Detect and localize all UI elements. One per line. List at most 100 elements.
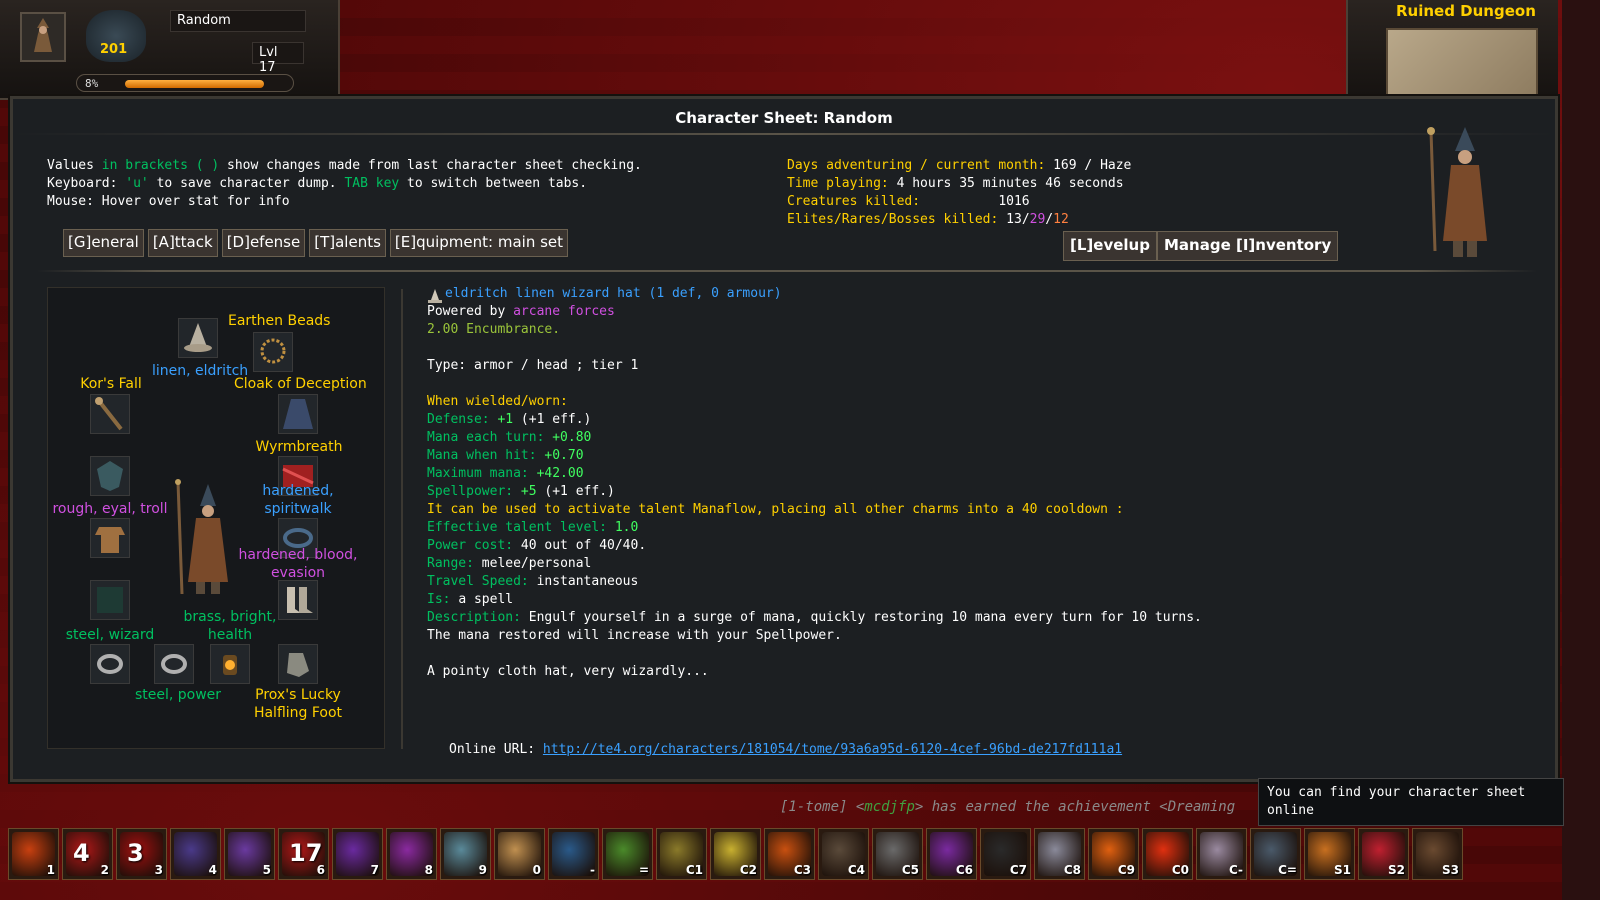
equip-slot-body[interactable] bbox=[90, 456, 130, 496]
detail-line: Is: a spell bbox=[427, 591, 1202, 609]
hotkey-slot[interactable]: C5 bbox=[872, 828, 923, 880]
hotkey-slot[interactable]: 8 bbox=[386, 828, 437, 880]
detail-line-segment: Mana when hit: bbox=[427, 448, 545, 463]
hotkey-label: 3 bbox=[154, 863, 163, 877]
ring-icon bbox=[97, 654, 123, 674]
hotkey-slot[interactable]: 7 bbox=[332, 828, 383, 880]
hotkey-label: 9 bbox=[478, 863, 487, 877]
stat-line-segment: / bbox=[1021, 212, 1030, 227]
hotkey-label: S2 bbox=[1388, 863, 1405, 877]
stat-line-segment: 29 bbox=[1029, 212, 1046, 227]
hotkey-slot[interactable]: S3 bbox=[1412, 828, 1463, 880]
stat-line-segment: 169 / Haze bbox=[1053, 158, 1132, 173]
help-line-segment: Keyboard: bbox=[47, 176, 126, 191]
hotkey-slot[interactable]: = bbox=[602, 828, 653, 880]
title-divider bbox=[13, 133, 1555, 135]
chat-user[interactable]: mcdjfp bbox=[864, 799, 915, 815]
stat-line-segment: 12 bbox=[1053, 212, 1069, 227]
hotkey-slot[interactable]: C8 bbox=[1034, 828, 1085, 880]
hotkey-slot[interactable]: 1 bbox=[8, 828, 59, 880]
hotkey-slot[interactable]: C0 bbox=[1142, 828, 1193, 880]
equip-slot-ring2[interactable] bbox=[154, 644, 194, 684]
hotkey-slot[interactable]: 0 bbox=[494, 828, 545, 880]
hotkey-slot[interactable]: C3 bbox=[764, 828, 815, 880]
hotkey-label: C= bbox=[1278, 863, 1297, 877]
equip-label-belt: hardened, blood, evasion bbox=[238, 547, 358, 581]
hotkey-slot[interactable]: S1 bbox=[1304, 828, 1355, 880]
hotkey-slot[interactable]: C1 bbox=[656, 828, 707, 880]
detail-line-segment: Power cost: bbox=[427, 538, 521, 553]
equip-slot-amulet[interactable] bbox=[253, 332, 293, 372]
detail-line-segment: +0.70 bbox=[544, 448, 584, 463]
hotkey-label: C- bbox=[1228, 863, 1243, 877]
help-line-segment: Mouse: Hover over stat for info bbox=[47, 194, 290, 209]
tab-attack[interactable]: [A]ttack bbox=[147, 229, 218, 257]
hotkey-slot[interactable]: C9 bbox=[1088, 828, 1139, 880]
detail-line bbox=[427, 339, 1202, 357]
hotkey-slot[interactable]: 4 bbox=[170, 828, 221, 880]
hotkey-slot[interactable]: - bbox=[548, 828, 599, 880]
hotkey-label: 5 bbox=[262, 863, 271, 877]
shield-icon bbox=[97, 461, 123, 491]
equip-slot-tool[interactable] bbox=[278, 644, 318, 684]
hotkey-label: 8 bbox=[424, 863, 433, 877]
tab-general[interactable]: [G]eneral bbox=[63, 229, 144, 257]
equip-slot-head[interactable] bbox=[178, 318, 218, 358]
stat-line: Elites/Rares/Bosses killed: 13/29/12 bbox=[787, 211, 1131, 229]
tab-equipment[interactable]: [E]quipment: main set bbox=[389, 229, 569, 257]
player-portrait[interactable] bbox=[20, 12, 66, 62]
detail-line-segment: Effective talent level: bbox=[427, 520, 615, 535]
hotkey-label: 2 bbox=[100, 863, 109, 877]
online-url-link[interactable]: http://te4.org/characters/181054/tome/93… bbox=[543, 742, 1122, 757]
help-line-segment: to save character dump. bbox=[148, 176, 345, 191]
staff-icon bbox=[95, 397, 123, 431]
detail-line-segment: +0.80 bbox=[552, 430, 592, 445]
hotkey-slot[interactable]: C2 bbox=[710, 828, 761, 880]
tab-talents[interactable]: [T]alents bbox=[309, 229, 386, 257]
equip-slot-cloak[interactable] bbox=[278, 394, 318, 434]
hotkey-bar: 1 4 2 3 3 4 5 17 6 7 8 9 0- = C1 C2 C3 C4 C5 C6 C7 C8 C9 C0 C- C=… bbox=[8, 828, 1463, 880]
detail-line: Powered by arcane forces bbox=[427, 303, 1202, 321]
equip-slot-feet[interactable] bbox=[278, 580, 318, 620]
hotkey-slot[interactable]: 17 6 bbox=[278, 828, 329, 880]
hotkey-label: C4 bbox=[847, 863, 865, 877]
hotkey-slot[interactable]: 5 bbox=[224, 828, 275, 880]
hotkey-slot[interactable]: C7 bbox=[980, 828, 1031, 880]
detail-line: It can be used to activate talent Manafl… bbox=[427, 501, 1202, 519]
equip-slot-quiver[interactable] bbox=[90, 580, 130, 620]
hotkey-slot[interactable]: 33 bbox=[116, 828, 167, 880]
manage-inventory-button[interactable]: Manage [I]nventory bbox=[1157, 231, 1339, 261]
detail-line-segment: Engulf yourself in a surge of mana, quic… bbox=[528, 610, 1202, 625]
armor-icon bbox=[95, 527, 125, 553]
chat-message: [1-tome] <mcdjfp> has earned the achieve… bbox=[780, 798, 1235, 816]
hotkey-slot[interactable]: C= bbox=[1250, 828, 1301, 880]
detail-line: Range: melee/personal bbox=[427, 555, 1202, 573]
hotkey-slot[interactable]: C4 bbox=[818, 828, 869, 880]
detail-line-segment bbox=[427, 646, 435, 661]
hotkey-slot[interactable]: S2 bbox=[1358, 828, 1409, 880]
detail-line-segment bbox=[427, 376, 435, 391]
detail-line-segment: The mana restored will increase with you… bbox=[427, 628, 842, 643]
hotkey-slot[interactable]: 42 bbox=[62, 828, 113, 880]
detail-line-segment: instantaneous bbox=[536, 574, 639, 589]
stat-line-segment: 1016 bbox=[998, 194, 1030, 209]
equip-slot-armor[interactable] bbox=[90, 518, 130, 558]
tab-defense[interactable]: [D]efense bbox=[221, 229, 306, 257]
hotkey-slot[interactable]: 9 bbox=[440, 828, 491, 880]
detail-line: Mana when hit: +0.70 bbox=[427, 447, 1202, 465]
equip-slot-ring1[interactable] bbox=[90, 644, 130, 684]
equip-slot-mainhand[interactable] bbox=[90, 394, 130, 434]
detail-line: Effective talent level: 1.0 bbox=[427, 519, 1202, 537]
hotkey-slot[interactable]: C6 bbox=[926, 828, 977, 880]
minimap[interactable] bbox=[1386, 28, 1538, 98]
levelup-button[interactable]: [L]evelup bbox=[1063, 231, 1157, 261]
hotkey-label: C2 bbox=[739, 863, 757, 877]
equip-slot-light[interactable] bbox=[210, 644, 250, 684]
ring-icon bbox=[161, 654, 187, 674]
help-line-segment: TAB key bbox=[344, 176, 400, 191]
player-hud: 201 Random Lvl 17 8% bbox=[0, 0, 340, 100]
hotkey-slot[interactable]: C- bbox=[1196, 828, 1247, 880]
detail-line-segment: Spellpower: bbox=[427, 484, 521, 499]
hotkey-label: C8 bbox=[1063, 863, 1081, 877]
detail-line-segment: Powered by bbox=[427, 304, 514, 319]
